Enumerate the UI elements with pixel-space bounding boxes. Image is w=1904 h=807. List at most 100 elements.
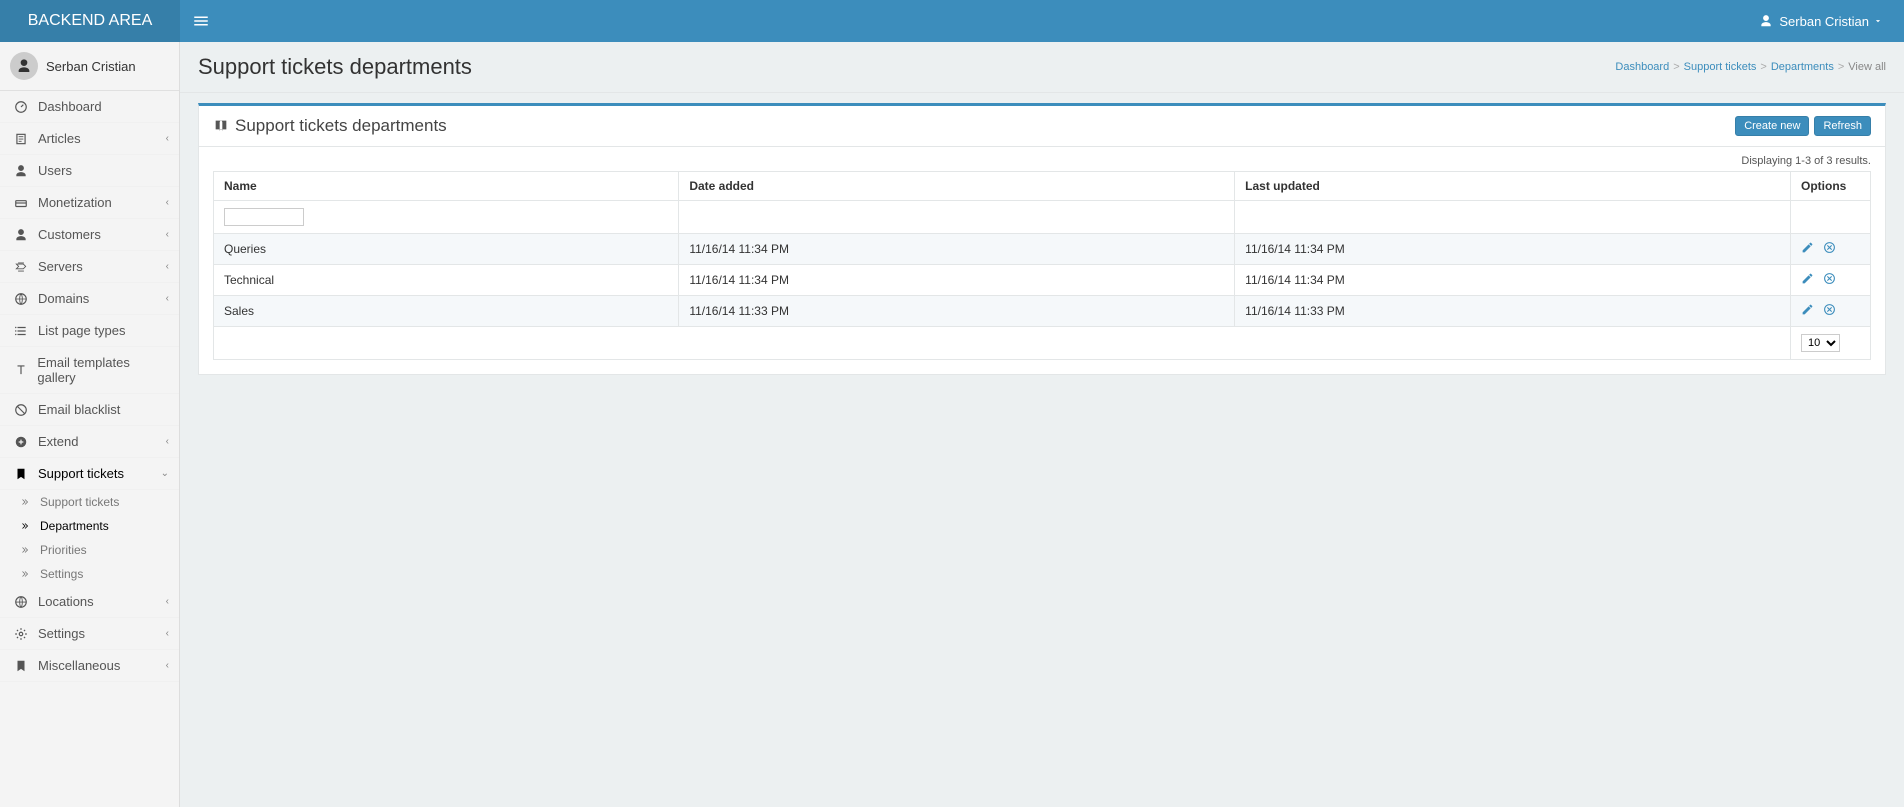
- edit-button[interactable]: [1801, 241, 1814, 254]
- user-icon: [12, 164, 30, 178]
- table-row: Technical 11/16/14 11:34 PM 11/16/14 11:…: [214, 265, 1871, 296]
- sidebar-subitem-settings[interactable]: Settings: [0, 562, 179, 586]
- user-menu[interactable]: Serban Cristian: [1759, 0, 1904, 42]
- double-chevron-icon: [20, 497, 34, 507]
- name-filter-input[interactable]: [224, 208, 304, 226]
- page-title: Support tickets departments: [198, 54, 472, 80]
- panel: Support tickets departments Create new R…: [198, 103, 1886, 375]
- chevron-left-icon: ‹: [166, 133, 169, 144]
- plus-icon: [12, 435, 30, 449]
- sidebar-item-servers[interactable]: Servers‹: [0, 251, 179, 283]
- pencil-icon: [1801, 241, 1814, 254]
- col-date-added[interactable]: Date added: [679, 172, 1235, 201]
- double-chevron-icon: [20, 569, 34, 579]
- refresh-button[interactable]: Refresh: [1814, 116, 1871, 136]
- double-chevron-icon: [20, 521, 34, 531]
- cell-last-updated: 11/16/14 11:33 PM: [1235, 296, 1791, 327]
- sidebar-item-label: Articles: [38, 131, 81, 146]
- col-name[interactable]: Name: [214, 172, 679, 201]
- header-user-name: Serban Cristian: [1779, 14, 1869, 29]
- sidebar-user-box[interactable]: Serban Cristian: [0, 42, 179, 91]
- sidebar-toggle-button[interactable]: [180, 0, 222, 42]
- servers-icon: [12, 260, 30, 274]
- table-filter-row: [214, 201, 1871, 234]
- sidebar: Serban Cristian Dashboard Articles ‹ Users M…: [0, 42, 180, 807]
- globe-icon: [12, 595, 30, 609]
- articles-icon: [12, 132, 30, 146]
- sidebar-item-articles[interactable]: Articles ‹: [0, 123, 179, 155]
- chevron-left-icon: ‹: [166, 197, 169, 208]
- cell-options: [1791, 296, 1871, 327]
- sidebar-item-monetization[interactable]: Monetization ‹: [0, 187, 179, 219]
- sidebar-item-label: List page types: [38, 323, 125, 338]
- double-chevron-icon: [20, 545, 34, 555]
- sidebar-item-label: Email templates gallery: [37, 355, 167, 385]
- sidebar-item-email-blacklist[interactable]: Email blacklist: [0, 394, 179, 426]
- chevron-left-icon: ‹: [166, 628, 169, 639]
- breadcrumb-support[interactable]: Support tickets: [1684, 61, 1757, 73]
- sidebar-item-dashboard[interactable]: Dashboard: [0, 91, 179, 123]
- sidebar-item-extend[interactable]: Extend‹: [0, 426, 179, 458]
- sidebar-item-label: Locations: [38, 594, 94, 609]
- sidebar-subitem-priorities[interactable]: Priorities: [0, 538, 179, 562]
- sidebar-item-settings[interactable]: Settings‹: [0, 618, 179, 650]
- breadcrumb-departments[interactable]: Departments: [1771, 61, 1834, 73]
- col-options: Options: [1791, 172, 1871, 201]
- sidebar-item-miscellaneous[interactable]: Miscellaneous‹: [0, 650, 179, 682]
- sidebar-item-locations[interactable]: Locations ‹: [0, 586, 179, 618]
- breadcrumb: Dashboard > Support tickets > Department…: [1615, 61, 1886, 73]
- panel-title: Support tickets departments: [213, 116, 447, 136]
- sidebar-subitem-departments[interactable]: Departments: [0, 514, 179, 538]
- departments-table: Name Date added Last updated Options Que…: [213, 171, 1871, 360]
- sidebar-subitem-label: Support tickets: [40, 495, 119, 509]
- delete-button[interactable]: [1823, 241, 1836, 254]
- user-icon: [1759, 14, 1773, 28]
- main-content: Support tickets departments Dashboard > …: [180, 42, 1904, 375]
- sidebar-subitem-label: Priorities: [40, 543, 87, 557]
- sidebar-item-support-tickets[interactable]: Support tickets⌄: [0, 458, 179, 490]
- sidebar-item-domains[interactable]: Domains‹: [0, 283, 179, 315]
- caret-down-icon: [1873, 16, 1883, 26]
- cell-date-added: 11/16/14 11:34 PM: [679, 265, 1235, 296]
- bookmark-icon: [12, 467, 30, 481]
- results-summary: Displaying 1-3 of 3 results.: [199, 147, 1885, 171]
- sidebar-item-label: Monetization: [38, 195, 112, 210]
- book-icon: [213, 118, 229, 134]
- sidebar-item-users[interactable]: Users: [0, 155, 179, 187]
- sidebar-item-label: Customers: [38, 227, 101, 242]
- monetization-icon: [12, 196, 30, 210]
- delete-button[interactable]: [1823, 303, 1836, 316]
- cell-name: Sales: [214, 296, 679, 327]
- logo[interactable]: BACKEND AREA: [0, 0, 180, 42]
- sidebar-subitem-support-tickets[interactable]: Support tickets: [0, 490, 179, 514]
- sidebar-subitem-label: Settings: [40, 567, 83, 581]
- table-row: Sales 11/16/14 11:33 PM 11/16/14 11:33 P…: [214, 296, 1871, 327]
- pencil-icon: [1801, 303, 1814, 316]
- sidebar-subitem-label: Departments: [40, 519, 109, 533]
- delete-button[interactable]: [1823, 272, 1836, 285]
- cell-options: [1791, 234, 1871, 265]
- edit-button[interactable]: [1801, 272, 1814, 285]
- sidebar-item-customers[interactable]: Customers ‹: [0, 219, 179, 251]
- sidebar-item-email-templates-gallery[interactable]: Email templates gallery: [0, 347, 179, 394]
- globe-icon: [12, 292, 30, 306]
- delete-icon: [1823, 303, 1836, 316]
- cell-options: [1791, 265, 1871, 296]
- chevron-left-icon: ‹: [166, 596, 169, 607]
- cell-last-updated: 11/16/14 11:34 PM: [1235, 265, 1791, 296]
- page-size-select[interactable]: 10: [1801, 334, 1840, 352]
- create-new-button[interactable]: Create new: [1735, 116, 1809, 136]
- col-last-updated[interactable]: Last updated: [1235, 172, 1791, 201]
- chevron-left-icon: ‹: [166, 229, 169, 240]
- sidebar-item-label: Support tickets: [38, 466, 124, 481]
- breadcrumb-dashboard[interactable]: Dashboard: [1615, 61, 1669, 73]
- pencil-icon: [1801, 272, 1814, 285]
- cell-date-added: 11/16/14 11:34 PM: [679, 234, 1235, 265]
- sidebar-item-label: Users: [38, 163, 72, 178]
- chevron-left-icon: ‹: [166, 436, 169, 447]
- edit-button[interactable]: [1801, 303, 1814, 316]
- sidebar-item-list-page-types[interactable]: List page types: [0, 315, 179, 347]
- chevron-left-icon: ‹: [166, 660, 169, 671]
- user-icon: [12, 228, 30, 242]
- sidebar-user-name: Serban Cristian: [46, 59, 136, 74]
